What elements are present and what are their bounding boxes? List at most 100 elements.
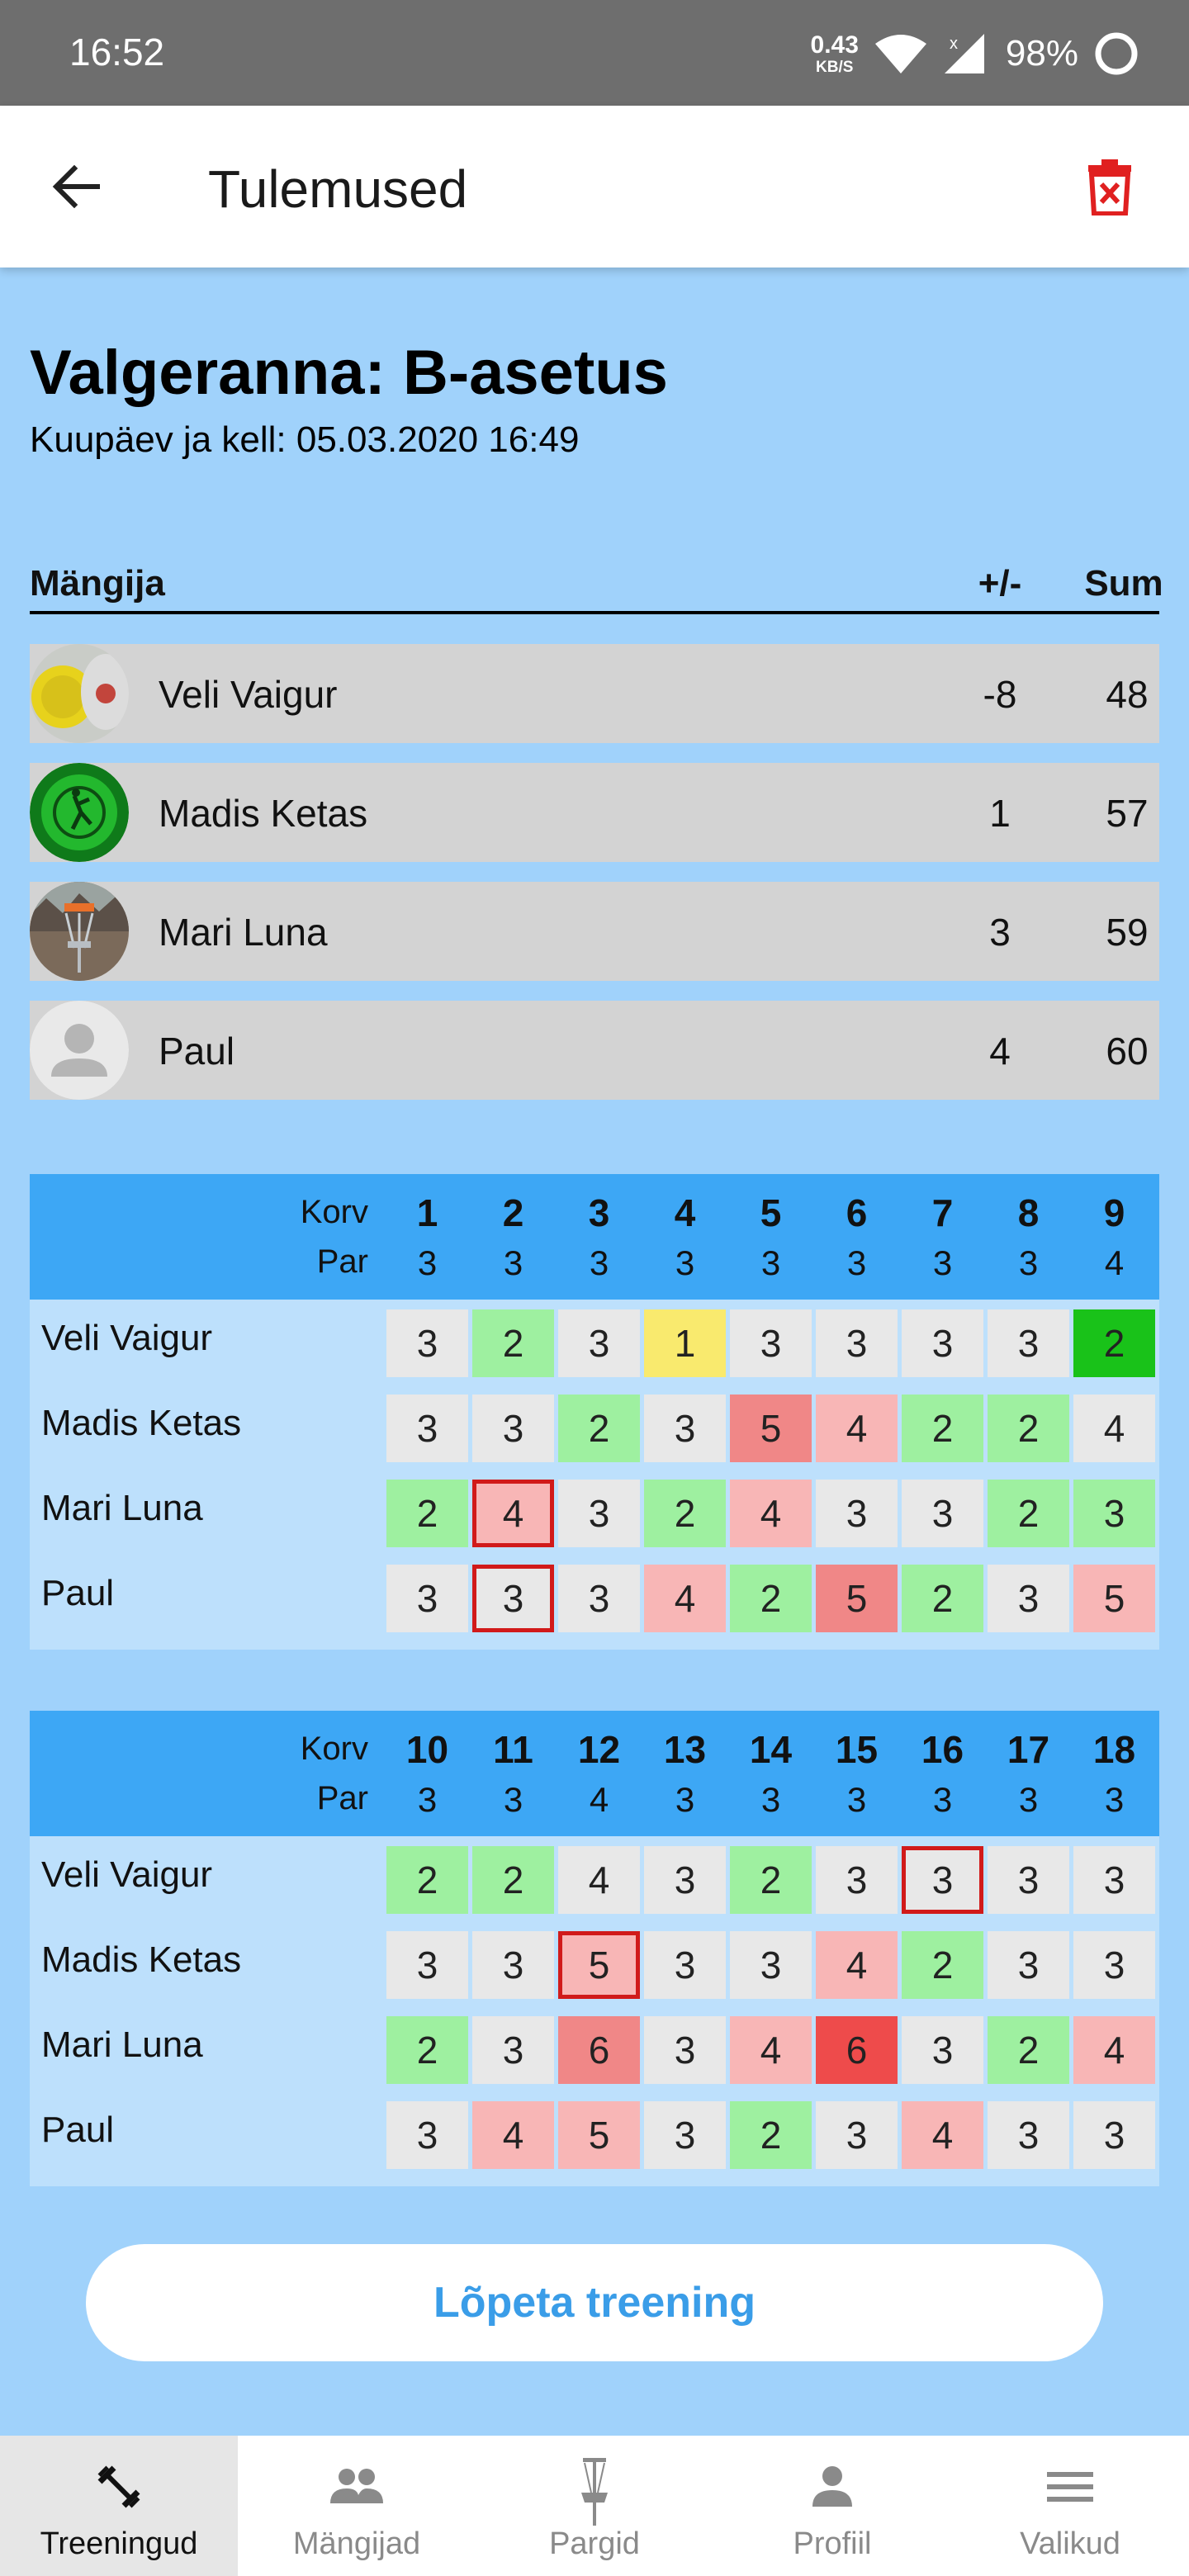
score-cell[interactable]: 2: [988, 1480, 1069, 1547]
score-cell[interactable]: 3: [1073, 1480, 1155, 1547]
score-cell[interactable]: 3: [816, 1309, 898, 1377]
score-cell[interactable]: 3: [1073, 1846, 1155, 1914]
score-cell[interactable]: 3: [1073, 2101, 1155, 2169]
back-button[interactable]: [46, 157, 106, 216]
score-cell[interactable]: 2: [558, 1395, 640, 1462]
score-cell[interactable]: 4: [1073, 1395, 1155, 1462]
player-row[interactable]: Veli Vaigur -8 48: [30, 644, 1159, 743]
hole-number: 2: [502, 1191, 524, 1234]
scorecard-player-name: Madis Ketas: [41, 1403, 242, 1443]
score-cell[interactable]: 3: [988, 1846, 1069, 1914]
score-cell[interactable]: 3: [1073, 1931, 1155, 1999]
score-cell[interactable]: 3: [902, 1846, 983, 1914]
score-cell[interactable]: 4: [1073, 2016, 1155, 2084]
score-cell[interactable]: 2: [902, 1931, 983, 1999]
score-cell[interactable]: 3: [644, 1395, 726, 1462]
score-cell[interactable]: 2: [1073, 1309, 1155, 1377]
hole-par: 3: [1018, 1243, 1039, 1282]
score-cell[interactable]: 5: [816, 1565, 898, 1632]
players-header: Mängija +/- Sum: [30, 558, 1163, 614]
hole-number: 16: [921, 1728, 964, 1771]
score-cell[interactable]: 3: [902, 2016, 983, 2084]
score-cell[interactable]: 3: [558, 1565, 640, 1632]
score-cell[interactable]: 3: [386, 2101, 468, 2169]
par-label: Par: [316, 1780, 368, 1816]
score-cell[interactable]: 3: [902, 1309, 983, 1377]
score-cell[interactable]: 6: [816, 2016, 898, 2084]
score-cell[interactable]: 3: [472, 1395, 554, 1462]
score-cell[interactable]: 6: [558, 2016, 640, 2084]
hole-par: 3: [675, 1780, 695, 1819]
score-cell[interactable]: 4: [902, 2101, 983, 2169]
score-cell[interactable]: 1: [644, 1309, 726, 1377]
scorecard-front-nine: Korv Par 132333435363738394 Veli Vaigur 3…: [30, 1174, 1159, 1650]
score-cell[interactable]: 4: [472, 1480, 554, 1547]
score-cell[interactable]: 3: [644, 2101, 726, 2169]
finish-training-button[interactable]: Lõpeta treening: [86, 2244, 1103, 2361]
score-cell[interactable]: 4: [644, 1565, 726, 1632]
score-cell[interactable]: 3: [386, 1931, 468, 1999]
scorecard-header: Korv Par 10 3 11 3 12 4 13 3 14 3 15 3 16 3 17 3 18 3: [30, 1711, 1159, 1836]
score-cell[interactable]: 3: [816, 1480, 898, 1547]
score-cell[interactable]: 3: [644, 1931, 726, 1999]
score-cell[interactable]: 2: [902, 1565, 983, 1632]
score-cell[interactable]: 3: [472, 1565, 554, 1632]
score-cell[interactable]: 2: [472, 1309, 554, 1377]
score-cell[interactable]: 4: [730, 2016, 812, 2084]
score-cell[interactable]: 5: [558, 1931, 640, 1999]
score-cell[interactable]: 4: [558, 1846, 640, 1914]
score-cell[interactable]: 2: [386, 1480, 468, 1547]
score-cell[interactable]: 3: [730, 1309, 812, 1377]
score-cell[interactable]: 2: [386, 1846, 468, 1914]
score-cell[interactable]: 3: [558, 1309, 640, 1377]
player-row[interactable]: Mari Luna 3 59: [30, 882, 1159, 981]
header-sum: Sum: [1084, 563, 1163, 604]
delete-button[interactable]: [1080, 155, 1139, 218]
score-cell[interactable]: 3: [386, 1395, 468, 1462]
score-cell[interactable]: 3: [386, 1565, 468, 1632]
nav-item-treeningud[interactable]: Treeningud: [0, 2436, 238, 2576]
player-row[interactable]: Paul 4 60: [30, 1001, 1159, 1100]
score-cell[interactable]: 3: [988, 1931, 1069, 1999]
score-cell[interactable]: 2: [472, 1846, 554, 1914]
score-cell[interactable]: 5: [1073, 1565, 1155, 1632]
score-cell[interactable]: 2: [730, 1565, 812, 1632]
score-cell[interactable]: 2: [386, 2016, 468, 2084]
score-cell[interactable]: 4: [472, 2101, 554, 2169]
score-cell[interactable]: 2: [730, 1846, 812, 1914]
score-cell[interactable]: 4: [730, 1480, 812, 1547]
nav-item-valikud[interactable]: Valikud: [951, 2436, 1189, 2576]
score-cell[interactable]: 3: [644, 1846, 726, 1914]
score-cell[interactable]: 2: [644, 1480, 726, 1547]
nav-item-mangijad[interactable]: Mängijad: [238, 2436, 476, 2576]
score-cell[interactable]: 2: [988, 1395, 1069, 1462]
player-diff: -8: [983, 673, 1017, 716]
score-cell[interactable]: 3: [816, 1846, 898, 1914]
scorecard-player-name: Paul: [41, 1573, 115, 1613]
score-cell[interactable]: 3: [730, 1931, 812, 1999]
score-cell[interactable]: 3: [816, 2101, 898, 2169]
trash-icon: [1088, 159, 1131, 215]
score-cell[interactable]: 3: [988, 1309, 1069, 1377]
score-cell[interactable]: 2: [902, 1395, 983, 1462]
score-cell[interactable]: 2: [730, 2101, 812, 2169]
player-sum: 60: [1106, 1030, 1149, 1073]
score-cell[interactable]: 3: [988, 2101, 1069, 2169]
svg-text:x: x: [950, 35, 958, 53]
score-cell[interactable]: 5: [558, 2101, 640, 2169]
score-cell[interactable]: 3: [472, 2016, 554, 2084]
score-cell[interactable]: 2: [988, 2016, 1069, 2084]
score-cell[interactable]: 3: [644, 2016, 726, 2084]
nav-item-pargid[interactable]: Pargid: [476, 2436, 713, 2576]
score-cell[interactable]: 3: [988, 1565, 1069, 1632]
score-cell[interactable]: 3: [558, 1480, 640, 1547]
score-cell[interactable]: 3: [472, 1931, 554, 1999]
player-row[interactable]: Madis Ketas 1 57: [30, 763, 1159, 862]
score-cell[interactable]: 5: [730, 1395, 812, 1462]
score-cell[interactable]: 4: [816, 1395, 898, 1462]
nav-item-profiil[interactable]: Profiil: [713, 2436, 951, 2576]
score-cell[interactable]: 4: [816, 1931, 898, 1999]
score-cell[interactable]: 3: [902, 1480, 983, 1547]
avatar: [30, 644, 129, 743]
score-cell[interactable]: 3: [386, 1309, 468, 1377]
